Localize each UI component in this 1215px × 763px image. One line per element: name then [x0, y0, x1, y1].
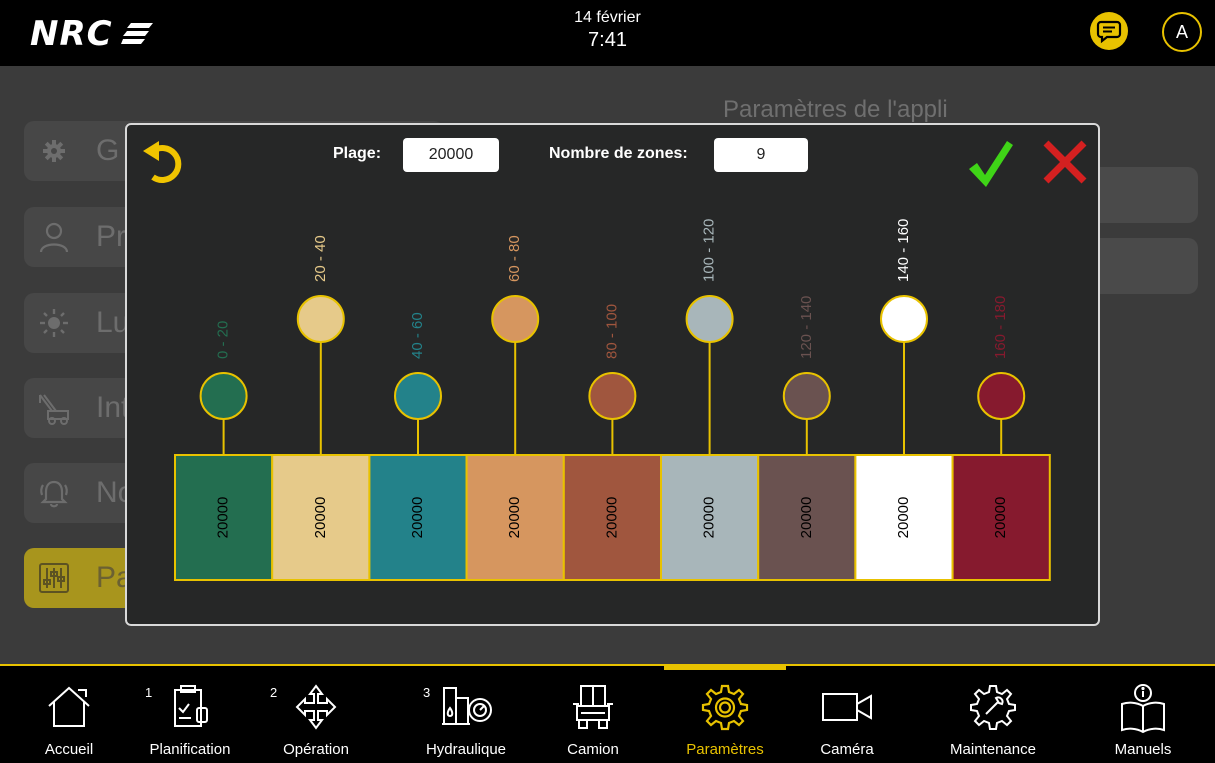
user-icon: [32, 215, 76, 259]
zone-value: 20000: [701, 497, 718, 539]
settings-menu-label: G: [96, 134, 120, 167]
clipboard-icon: [130, 682, 250, 736]
zone-editor: 0 - 20 20000 20 - 40 20000 40 - 60 20000 60 - …: [174, 219, 1051, 581]
nav-manuels[interactable]: Manuels: [1083, 666, 1203, 763]
zone-value: 20000: [895, 497, 912, 539]
manual-info-icon: [1083, 682, 1203, 736]
zone-color-handle[interactable]: [685, 295, 734, 343]
zone-range-label: 80 - 100: [603, 304, 620, 359]
nav-accueil[interactable]: Accueil: [9, 666, 129, 763]
nav-planification[interactable]: 1 Planification: [130, 666, 250, 763]
truck-icon: [533, 682, 653, 736]
nav-label: Hydraulique: [425, 741, 507, 758]
zone-range-label: 0 - 20: [215, 321, 232, 359]
gear-icon: [32, 129, 76, 173]
nav-label: Planification: [149, 741, 231, 758]
nav-operation[interactable]: 2 Opération: [256, 666, 376, 763]
time-text: 7:41: [588, 29, 627, 51]
nav-maintenance[interactable]: Maintenance: [933, 666, 1053, 763]
tow-truck-icon: [32, 386, 76, 430]
user-avatar-button[interactable]: A: [1162, 12, 1202, 52]
app-screen: NRC 14 février 7:41 A Paramètres de l'ap…: [0, 0, 1215, 763]
nav-label: Caméra: [820, 741, 874, 758]
move-arrows-icon: [256, 682, 376, 736]
zone-value: 20000: [603, 497, 620, 539]
zone-value: 20000: [215, 497, 232, 539]
nav-label: Manuels: [1114, 741, 1172, 758]
nav-label: Camion: [567, 741, 619, 758]
nav-label: Paramètres: [686, 741, 764, 758]
zone-color-handle[interactable]: [588, 372, 637, 420]
wrench-gear-icon: [933, 682, 1053, 736]
logo-stripes-icon: [120, 23, 153, 44]
bell-icon: [32, 471, 76, 515]
settings-panel-row: [1100, 238, 1198, 294]
zone-color-handle[interactable]: [394, 372, 442, 420]
zone-range-label: 20 - 40: [312, 235, 329, 282]
chat-icon: [1096, 20, 1122, 44]
nav-label: Opération: [283, 741, 349, 758]
logo-text: NRC: [30, 14, 113, 54]
nav-camera[interactable]: Caméra: [787, 666, 907, 763]
bottom-nav: Accueil 1 Planification 2 Opération 3 Hy…: [0, 664, 1215, 763]
home-icon: [9, 682, 129, 736]
zone-range-label: 40 - 60: [409, 312, 426, 359]
zone-value: 20000: [409, 497, 426, 539]
zone-range-label: 140 - 160: [895, 219, 912, 282]
zone-range-label: 100 - 120: [701, 219, 718, 282]
settings-menu-label: Pr: [96, 220, 126, 253]
brightness-icon: [32, 301, 76, 345]
chat-button[interactable]: [1090, 12, 1128, 50]
sliders-icon: [32, 556, 76, 600]
zone-color-handle[interactable]: [296, 295, 345, 343]
zone-range-label: 160 - 180: [992, 296, 1009, 359]
nav-label: Maintenance: [950, 741, 1036, 758]
gear-icon: [665, 682, 785, 736]
zone-color-handle[interactable]: [199, 372, 248, 420]
camera-icon: [787, 682, 907, 736]
zone-color-handle[interactable]: [977, 372, 1026, 420]
top-bar: NRC 14 février 7:41 A: [0, 0, 1215, 66]
zone-value: 20000: [798, 497, 815, 539]
date-time: 14 février 7:41: [540, 8, 675, 53]
date-text: 14 février: [574, 9, 641, 26]
nav-camion[interactable]: Camion: [533, 666, 653, 763]
zone-value: 20000: [312, 497, 329, 539]
zone-config-dialog: Plage: Nombre de zones: 0 - 202000020 - …: [125, 123, 1100, 626]
zone-color-handle[interactable]: [880, 295, 928, 343]
nav-label: Accueil: [44, 741, 94, 758]
logo: NRC: [30, 14, 155, 54]
nav-parametres[interactable]: Paramètres: [665, 666, 785, 763]
hydraulic-gauge-icon: [406, 682, 526, 736]
settings-panel-row: [1100, 167, 1198, 223]
zone-range-label: 60 - 80: [506, 235, 523, 282]
zone-range-label: 120 - 140: [798, 296, 815, 359]
nav-hydraulique[interactable]: 3 Hydraulique: [406, 666, 526, 763]
zone-value: 20000: [506, 497, 523, 539]
page-title: Paramètres de l'appli: [723, 96, 948, 123]
zone-value: 20000: [992, 497, 1009, 539]
zone-color-handle[interactable]: [491, 295, 540, 343]
zone-color-handle[interactable]: [782, 372, 831, 420]
